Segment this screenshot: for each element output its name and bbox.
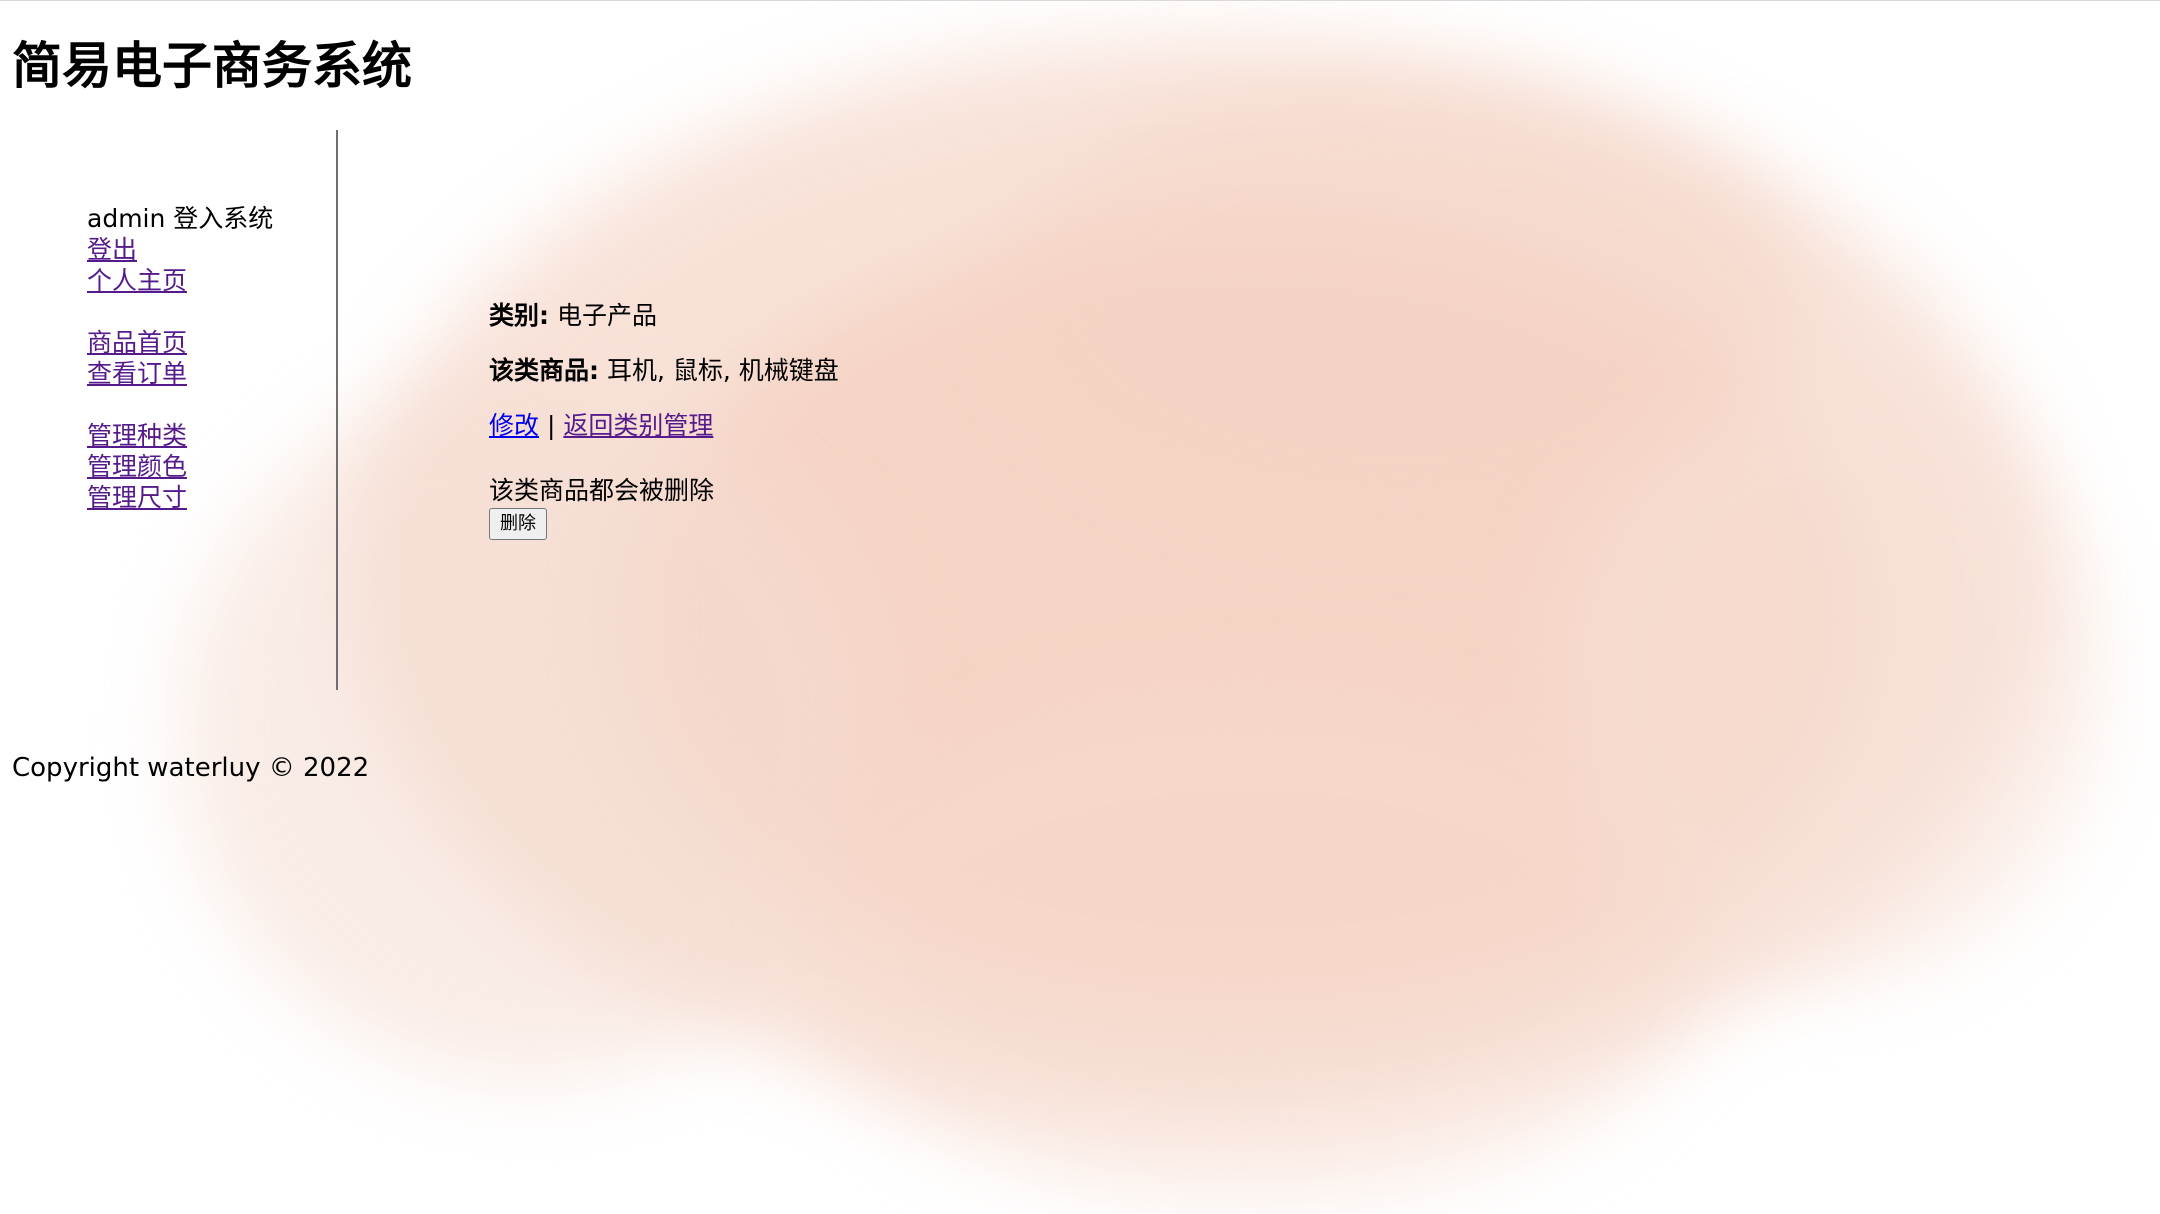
delete-warning-text: 该类商品都会被删除 [489,476,715,505]
back-to-categories-link[interactable]: 返回类别管理 [563,411,713,440]
site-title: 简易电子商务系统 [12,37,412,95]
copyright-footer: Copyright waterluy © 2022 [12,753,370,783]
link-separator: | [546,411,556,440]
manage-sizes-link[interactable]: 管理尺寸 [87,482,273,513]
manage-categories-link[interactable]: 管理种类 [87,420,273,451]
category-label: 类别: [489,301,549,330]
profile-link[interactable]: 个人主页 [87,265,273,296]
category-value: 电子产品 [556,301,657,330]
manage-colors-link[interactable]: 管理颜色 [87,451,273,482]
sidebar: admin 登入系统 登出 个人主页 商品首页 查看订单 管理种类 管理颜色 管… [87,203,273,513]
action-links: 修改 | 返回类别管理 [489,410,839,441]
category-detail: 类别: 电子产品 该类商品: 耳机, 鼠标, 机械键盘 修改 | 返回类别管理 … [489,300,839,540]
products-value: 耳机, 鼠标, 机械键盘 [606,356,839,385]
login-status-text: admin 登入系统 [87,204,274,233]
delete-button[interactable]: 删除 [489,508,547,540]
products-label: 该类商品: [489,356,599,385]
products-row: 该类商品: 耳机, 鼠标, 机械键盘 [489,355,839,386]
sidebar-divider [336,130,338,690]
logout-link[interactable]: 登出 [87,234,273,265]
products-home-link[interactable]: 商品首页 [87,327,273,358]
page-content: 简易电子商务系统 admin 登入系统 登出 个人主页 商品首页 查看订单 管理… [0,0,2160,1214]
edit-link[interactable]: 修改 [489,411,539,440]
category-row: 类别: 电子产品 [489,300,839,331]
view-orders-link[interactable]: 查看订单 [87,358,273,389]
